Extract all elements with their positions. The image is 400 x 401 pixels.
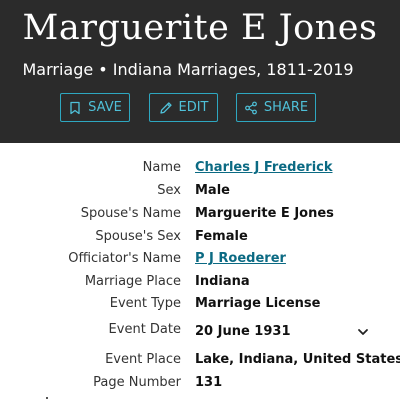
detail-row-officiator: Officiator's Name P J Roederer [0,249,400,269]
detail-row-marriage-place: Marriage Place Indiana [0,272,400,292]
detail-row-event-type: Event Type Marriage License [0,294,400,314]
field-value: Female [195,229,248,244]
field-value: 20 June 1931 [195,324,291,339]
detail-row-sex: Sex Male [0,181,400,201]
field-label: Spouse's Name [80,206,181,221]
detail-row-name: Name Charles J Frederick [0,158,400,178]
name-link[interactable]: Charles J Frederick [195,160,333,175]
record-subtitle: Marriage • Indiana Marriages, 1811-2019 [22,60,354,79]
field-label: Marriage Place [84,274,181,289]
field-value: Male [195,183,230,198]
share-button[interactable]: SHARE [236,93,316,122]
save-button[interactable]: SAVE [60,93,130,122]
field-label: Officiator's Name [68,251,181,266]
detail-row-spouse-name: Spouse's Name Marguerite E Jones [0,204,400,224]
edit-button[interactable]: EDIT [149,93,218,122]
field-label: Sex [157,183,181,198]
share-icon [245,101,257,114]
field-label: Event Type [109,296,181,311]
field-label: Name [142,160,181,175]
field-label: Spouse's Sex [95,229,181,244]
record-title: Marguerite E Jones [22,8,378,48]
officiator-link[interactable]: P J Roederer [195,251,286,266]
field-label: Event Place [105,352,181,367]
chevron-down-icon[interactable] [356,325,370,339]
divider-mark [46,397,48,399]
edit-label: EDIT [178,100,209,115]
detail-row-event-place: Event Place Lake, Indiana, United States [0,350,400,370]
field-label: Event Date [108,322,181,337]
detail-row-page-number: Page Number 131 [0,373,400,393]
field-value: Marguerite E Jones [195,206,334,221]
detail-row-event-date[interactable]: Event Date 20 June 1931 [0,320,400,340]
bookmark-icon [70,101,80,114]
field-label: Page Number [93,375,181,390]
field-value: Marriage License [195,296,321,311]
detail-row-spouse-sex: Spouse's Sex Female [0,227,400,247]
field-value: Indiana [195,274,250,289]
save-label: SAVE [88,100,122,115]
pencil-icon [159,101,172,114]
share-label: SHARE [263,100,309,115]
field-value: Lake, Indiana, United States [195,352,400,367]
record-header: Marguerite E Jones Marriage • Indiana Ma… [0,0,400,143]
field-value: 131 [195,375,223,390]
